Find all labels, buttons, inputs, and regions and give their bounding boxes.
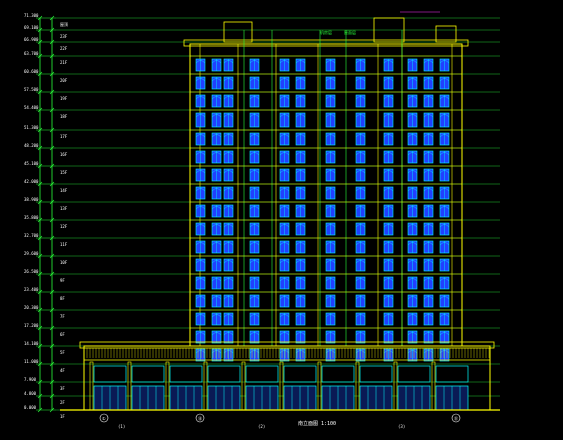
elevation-label: 48.200: [24, 143, 39, 148]
elevation-label: 17.200: [24, 323, 39, 328]
elevation-label: 20.300: [24, 305, 39, 310]
shop-upper-window: [207, 365, 241, 383]
tower-cornice: [183, 39, 469, 47]
floor-label: 12F: [60, 224, 68, 229]
elevation-label: 71.300: [24, 13, 39, 18]
elevation-label: 26.500: [24, 269, 39, 274]
elevation-label: 4.800: [24, 391, 37, 396]
shop-upper-window: [283, 365, 317, 383]
shop-upper-window: [397, 365, 431, 383]
floor-label: 8F: [60, 296, 65, 301]
axis-label: ⑮: [198, 415, 202, 421]
side-note: (1): [118, 424, 125, 429]
floor-label: 6F: [60, 332, 65, 337]
shop-upper-window: [169, 365, 203, 383]
elevation-svg: 71.300 屋顶 69.100 23F 66.900 22F 63.700 21F 60.60…: [24, 11, 500, 429]
podium-pilaster: [127, 361, 132, 411]
elevation-label: 66.900: [24, 37, 39, 42]
floor-label: 屋顶: [60, 21, 68, 27]
podium-pilaster: [355, 361, 360, 411]
floor-label: 19F: [60, 96, 68, 101]
floor-label: 9F: [60, 278, 65, 283]
elevation-label: 60.600: [24, 69, 39, 74]
elevation-label: 54.400: [24, 105, 39, 110]
floor-label: 16F: [60, 152, 68, 157]
shop-upper-window: [245, 365, 279, 383]
drawing-title: 南立面图 1:100: [298, 420, 336, 427]
podium-pilaster: [431, 361, 436, 411]
axis-label: ㉛: [454, 415, 458, 421]
side-note: (3): [398, 424, 405, 429]
elevation-label: 35.800: [24, 215, 39, 220]
floor-label: 20F: [60, 78, 68, 83]
floor-label: 10F: [60, 260, 68, 265]
floor-label: 15F: [60, 170, 68, 175]
elevation-label: 14.100: [24, 341, 39, 346]
elevation-label: 51.300: [24, 125, 39, 130]
elevation-label: 42.000: [24, 179, 39, 184]
floor-label: 23F: [60, 34, 68, 39]
elevation-label: 38.900: [24, 197, 39, 202]
shop-upper-window: [435, 365, 469, 383]
elevation-label: 45.100: [24, 161, 39, 166]
podium-pilaster: [393, 361, 398, 411]
podium-pilaster: [241, 361, 246, 411]
podium-pilaster: [279, 361, 284, 411]
floor-label: 22F: [60, 46, 68, 51]
shop-upper-window: [93, 365, 127, 383]
elevation-label: 7.900: [24, 377, 37, 382]
floor-label: 18F: [60, 114, 68, 119]
floor-label: 1F: [60, 414, 65, 419]
podium-pilaster: [203, 361, 208, 411]
level-lines: [56, 17, 500, 411]
podium-pilaster: [317, 361, 322, 411]
elevation-label: 57.500: [24, 87, 39, 92]
side-note: (2): [258, 424, 265, 429]
floor-label: 17F: [60, 134, 68, 139]
floor-label: 3F: [60, 386, 65, 391]
floor-label: 5F: [60, 350, 65, 355]
floor-label: 4F: [60, 368, 65, 373]
elevation-label: 29.600: [24, 251, 39, 256]
roof-note: 机房层: [320, 29, 332, 35]
elevation-label: 63.700: [24, 51, 39, 56]
shop-upper-window: [321, 365, 355, 383]
floor-label: 13F: [60, 206, 68, 211]
floor-label: 14F: [60, 188, 68, 193]
floor-label: 21F: [60, 60, 68, 65]
elevation-label: 23.400: [24, 287, 39, 292]
floor-label: 7F: [60, 314, 65, 319]
dimension-chain: [36, 15, 56, 413]
elevation-drawing: 71.300 屋顶 69.100 23F 66.900 22F 63.700 21F 60.60…: [0, 0, 563, 440]
roof-parapet: [435, 25, 457, 43]
roof-note: 屋面层: [344, 29, 356, 35]
elevation-label: 11.000: [24, 359, 39, 364]
shop-upper-window: [359, 365, 393, 383]
floor-label: 2F: [60, 400, 65, 405]
podium-pilaster: [165, 361, 170, 411]
elevation-label: 0.000: [24, 405, 37, 410]
shop-upper-window: [131, 365, 165, 383]
elevation-label: 32.700: [24, 233, 39, 238]
axis-label: ①: [102, 416, 106, 421]
floor-label: 11F: [60, 242, 68, 247]
podium-pilaster: [89, 361, 94, 411]
elevation-label: 69.100: [24, 25, 39, 30]
tower-facade: [183, 11, 469, 362]
roof-machine-room: [223, 21, 253, 43]
